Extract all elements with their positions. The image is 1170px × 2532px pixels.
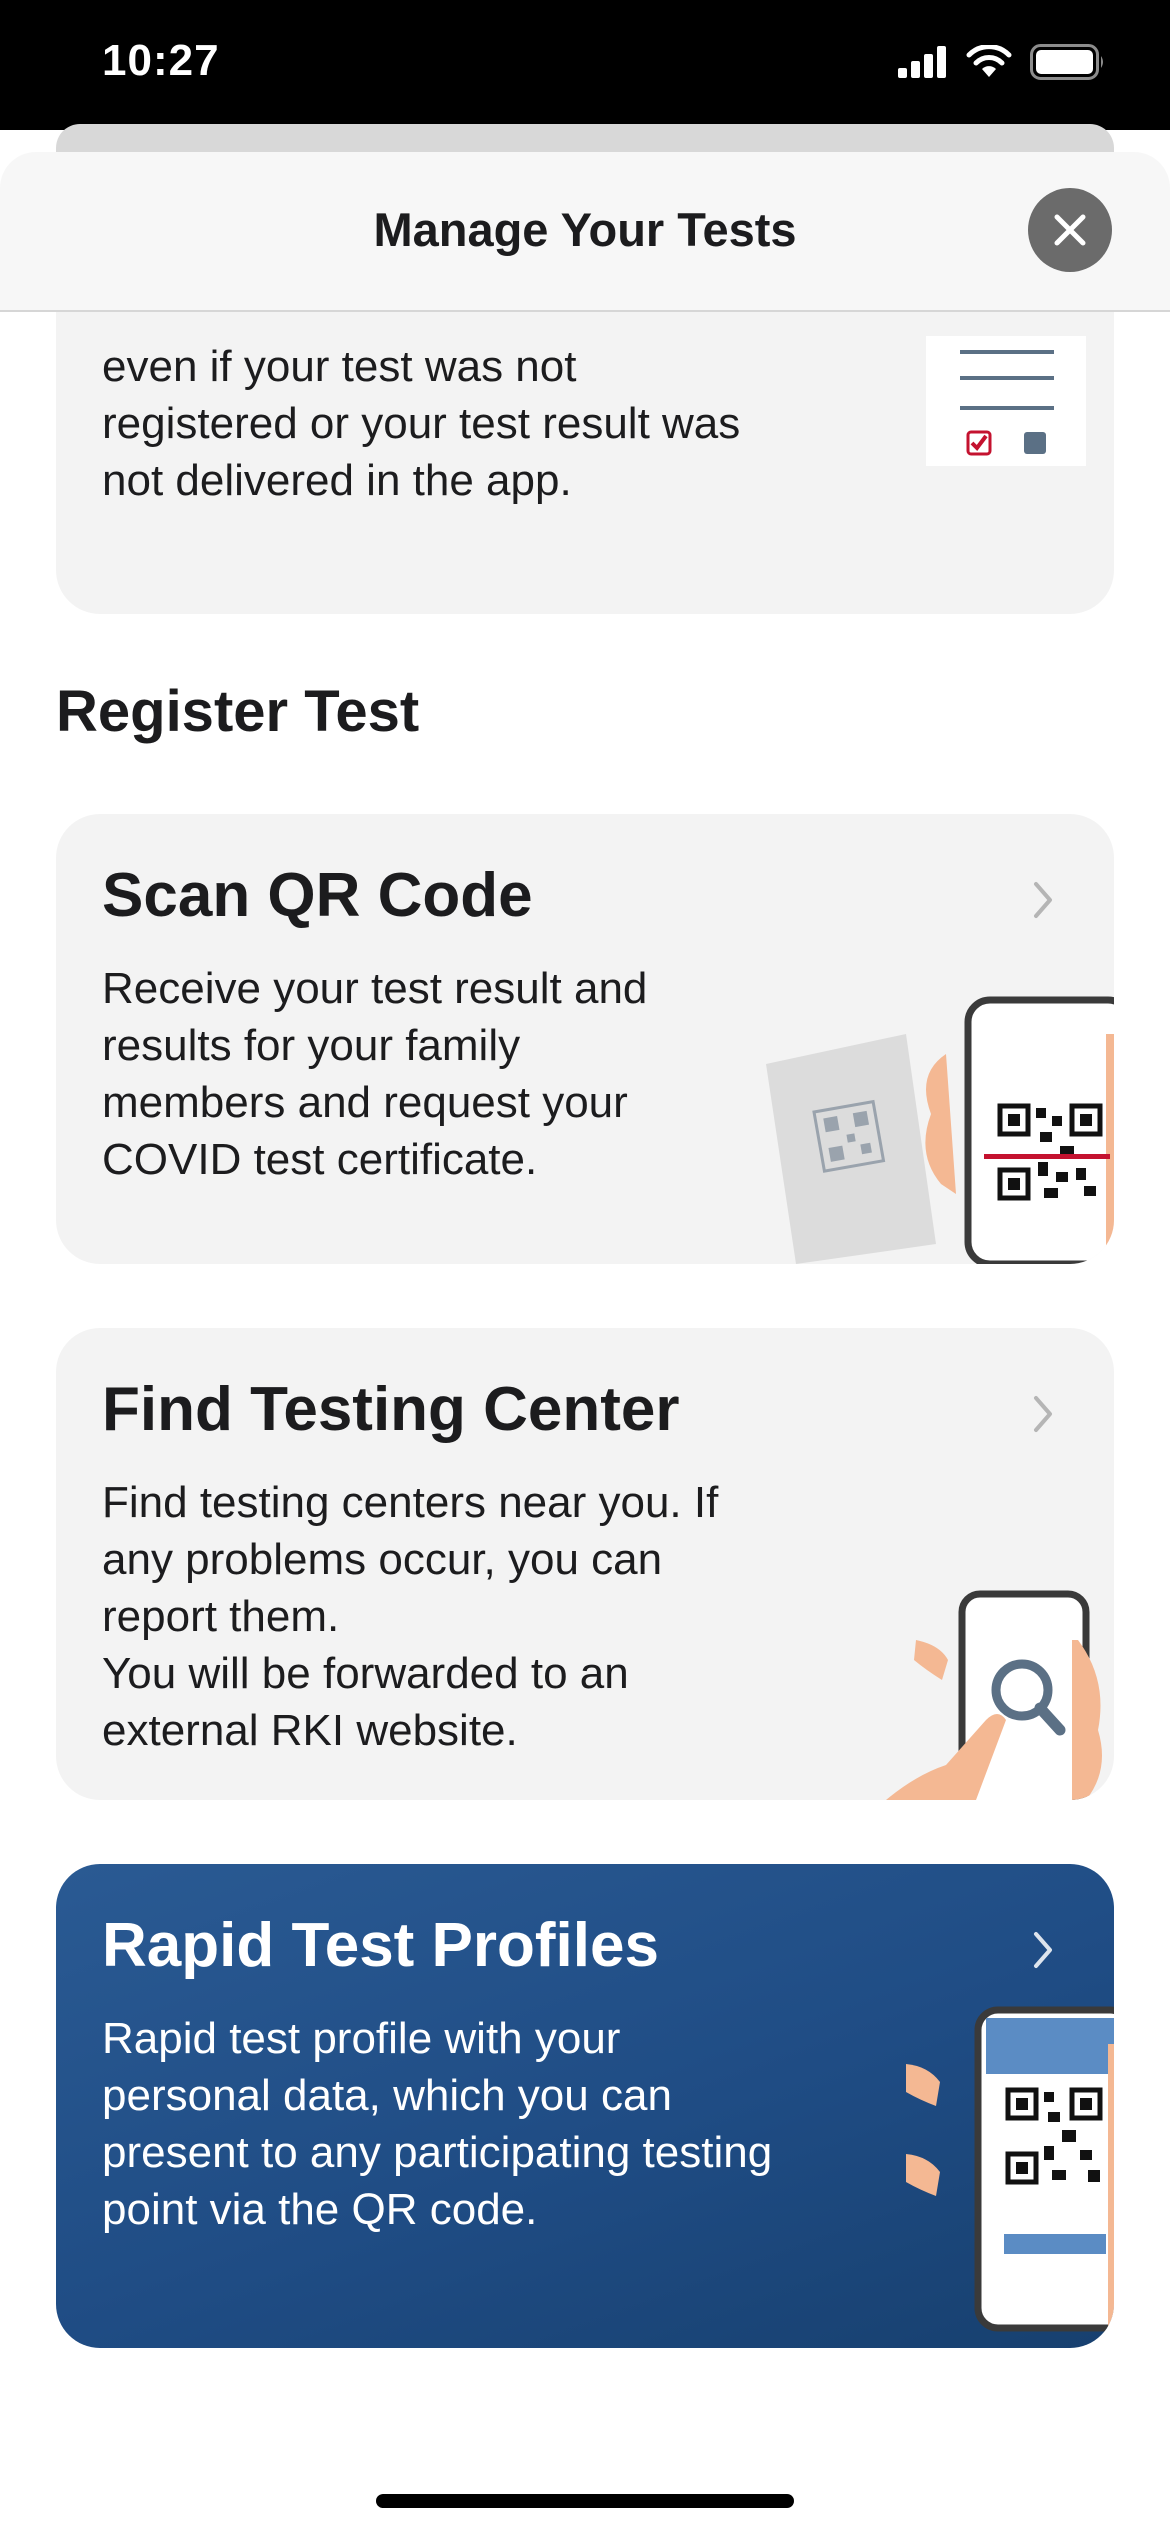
- card-line: members and request your: [102, 1078, 628, 1127]
- status-icons: [898, 44, 1106, 80]
- card-text: Rapid test profile with your personal da…: [102, 2010, 772, 2238]
- wifi-icon: [966, 45, 1012, 77]
- card-line: Receive your test result and: [102, 964, 648, 1013]
- card-line: results for your family: [102, 1021, 521, 1070]
- card-line: present to any participating testing: [102, 2128, 773, 2177]
- close-button[interactable]: [1028, 188, 1112, 272]
- card-line: point via the QR code.: [102, 2185, 538, 2234]
- card-line: Rapid test profile with your: [102, 2014, 621, 2063]
- card-text: Receive your test result and results for…: [102, 960, 647, 1188]
- card-line: COVID test certificate.: [102, 1135, 538, 1184]
- status-bar: 10:27: [0, 0, 1170, 130]
- card-line: any problems occur, you can: [102, 1535, 663, 1584]
- nav-bar: Manage Your Tests: [0, 152, 1170, 312]
- info-line: registered or your test result was: [102, 399, 741, 448]
- card-line: Find testing centers near you. If: [102, 1478, 719, 1527]
- search-phone-illustration: [886, 1590, 1102, 1800]
- card-title: Scan QR Code: [102, 861, 533, 930]
- card-title: Find Testing Center: [102, 1375, 680, 1444]
- chevron-right-icon: [1034, 1932, 1052, 1968]
- close-icon: [1054, 214, 1086, 246]
- card-text: Find testing centers near you. If any pr…: [102, 1474, 718, 1759]
- find-testing-center-card[interactable]: Find Testing Center Find testing centers…: [56, 1328, 1114, 1800]
- scan-qr-illustration: [766, 996, 1114, 1264]
- battery-icon: [1030, 44, 1103, 80]
- rapid-test-profiles-card[interactable]: Rapid Test Profiles Rapid test profile w…: [56, 1864, 1114, 2348]
- chevron-right-icon: [1034, 1396, 1052, 1432]
- info-line: even if your test was not: [102, 342, 577, 391]
- info-card-text: even if your test was not registered or …: [102, 338, 740, 509]
- card-title: Rapid Test Profiles: [102, 1911, 659, 1980]
- section-heading: Register Test: [56, 679, 420, 744]
- info-line: not delivered in the app.: [102, 456, 572, 505]
- home-indicator: [376, 2494, 794, 2508]
- card-line: You will be forwarded to an: [102, 1649, 629, 1698]
- checklist-illustration: [926, 336, 1086, 466]
- card-line: personal data, which you can: [102, 2071, 672, 2120]
- cellular-signal-icon: [898, 46, 946, 78]
- scan-qr-card[interactable]: Scan QR Code Receive your test result an…: [56, 814, 1114, 1264]
- page-title: Manage Your Tests: [373, 203, 797, 256]
- qr-profile-phone-illustration: [906, 2006, 1114, 2332]
- modal-sheet: Manage Your Tests even if your test was …: [0, 152, 1170, 2532]
- card-line: report them.: [102, 1592, 340, 1641]
- card-line: external RKI website.: [102, 1706, 518, 1755]
- status-time: 10:27: [102, 36, 220, 85]
- chevron-right-icon: [1034, 882, 1052, 918]
